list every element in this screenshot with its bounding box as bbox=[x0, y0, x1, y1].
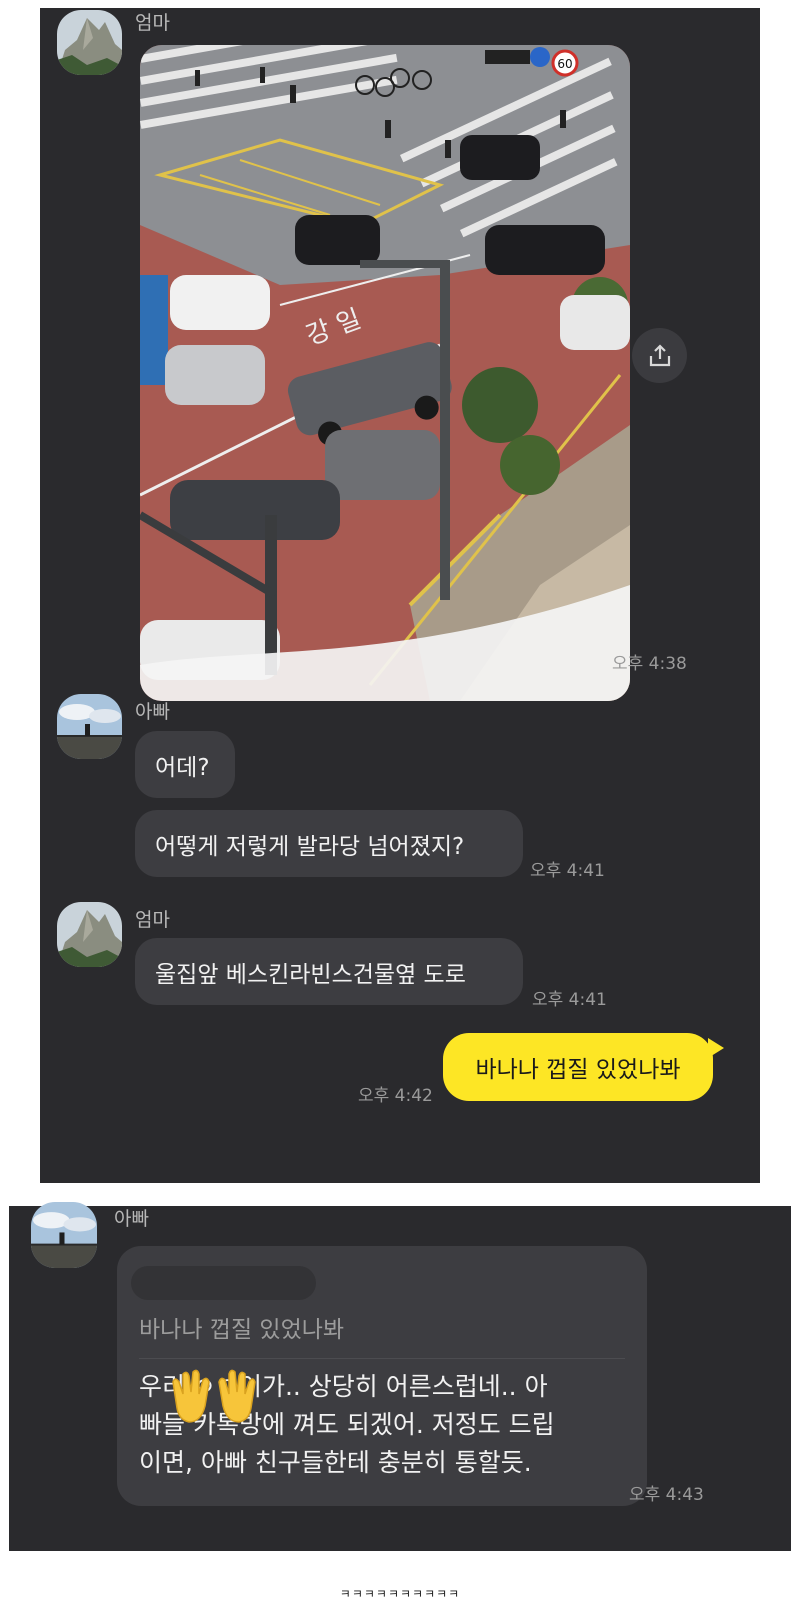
message-time: 오후 4:41 bbox=[530, 861, 605, 881]
speed-limit-sign: 60 bbox=[557, 57, 572, 71]
reply-divider bbox=[139, 1358, 625, 1359]
raising-hands-emoji bbox=[172, 1369, 256, 1423]
mom-avatar[interactable] bbox=[57, 902, 122, 967]
bubble-tail bbox=[708, 1038, 724, 1058]
message-bubble[interactable]: 울집앞 베스킨라빈스건물옆 도로 bbox=[135, 938, 523, 1005]
caption-text: ㅋㅋㅋㅋㅋㅋㅋㅋㅋㅋ bbox=[339, 1587, 461, 1601]
dad-avatar[interactable] bbox=[31, 1202, 97, 1268]
message-bubble[interactable]: 어떻게 저렇게 발라당 넘어졌지? bbox=[135, 810, 523, 877]
accident-photo[interactable]: 강 일 60 bbox=[140, 45, 630, 701]
message-time: 오후 4:41 bbox=[532, 990, 607, 1010]
chat-panel-bottom: 아빠 바나나 껍질 있었나봐 우리 ㅇㅇ이가.. 상당히 어른스럽네.. 아 빠… bbox=[9, 1202, 791, 1551]
share-button[interactable] bbox=[632, 328, 687, 383]
dad-avatar[interactable] bbox=[57, 694, 122, 759]
mom-avatar[interactable] bbox=[57, 10, 122, 75]
share-icon bbox=[649, 343, 670, 366]
my-message-bubble[interactable]: 바나나 껍질 있었나봐 bbox=[443, 1033, 713, 1101]
sender-name: 아빠 bbox=[114, 1208, 149, 1230]
reply-line: 이면, 아빠 친구들한테 충분히 통할듯. bbox=[139, 1448, 532, 1477]
quoted-message: 바나나 껍질 있었나봐 bbox=[139, 1317, 345, 1343]
photo-time: 오후 4:38 bbox=[612, 654, 687, 674]
redacted-reply-name bbox=[131, 1266, 316, 1300]
sender-name: 엄마 bbox=[135, 12, 170, 34]
chat-panel-top: 엄마 강 일 60 오후 4:38 아빠 어데? 어떻게 저렇게 발라당 넘어졌… bbox=[40, 8, 760, 1183]
message-time: 오후 4:43 bbox=[629, 1485, 704, 1505]
message-bubble[interactable]: 어데? bbox=[135, 731, 235, 798]
sender-name: 엄마 bbox=[135, 909, 170, 931]
sender-name: 아빠 bbox=[135, 701, 170, 723]
message-time: 오후 4:42 bbox=[358, 1086, 433, 1106]
reply-message-bubble[interactable]: 바나나 껍질 있었나봐 우리 ㅇㅇ이가.. 상당히 어른스럽네.. 아 빠들 카… bbox=[117, 1246, 647, 1506]
